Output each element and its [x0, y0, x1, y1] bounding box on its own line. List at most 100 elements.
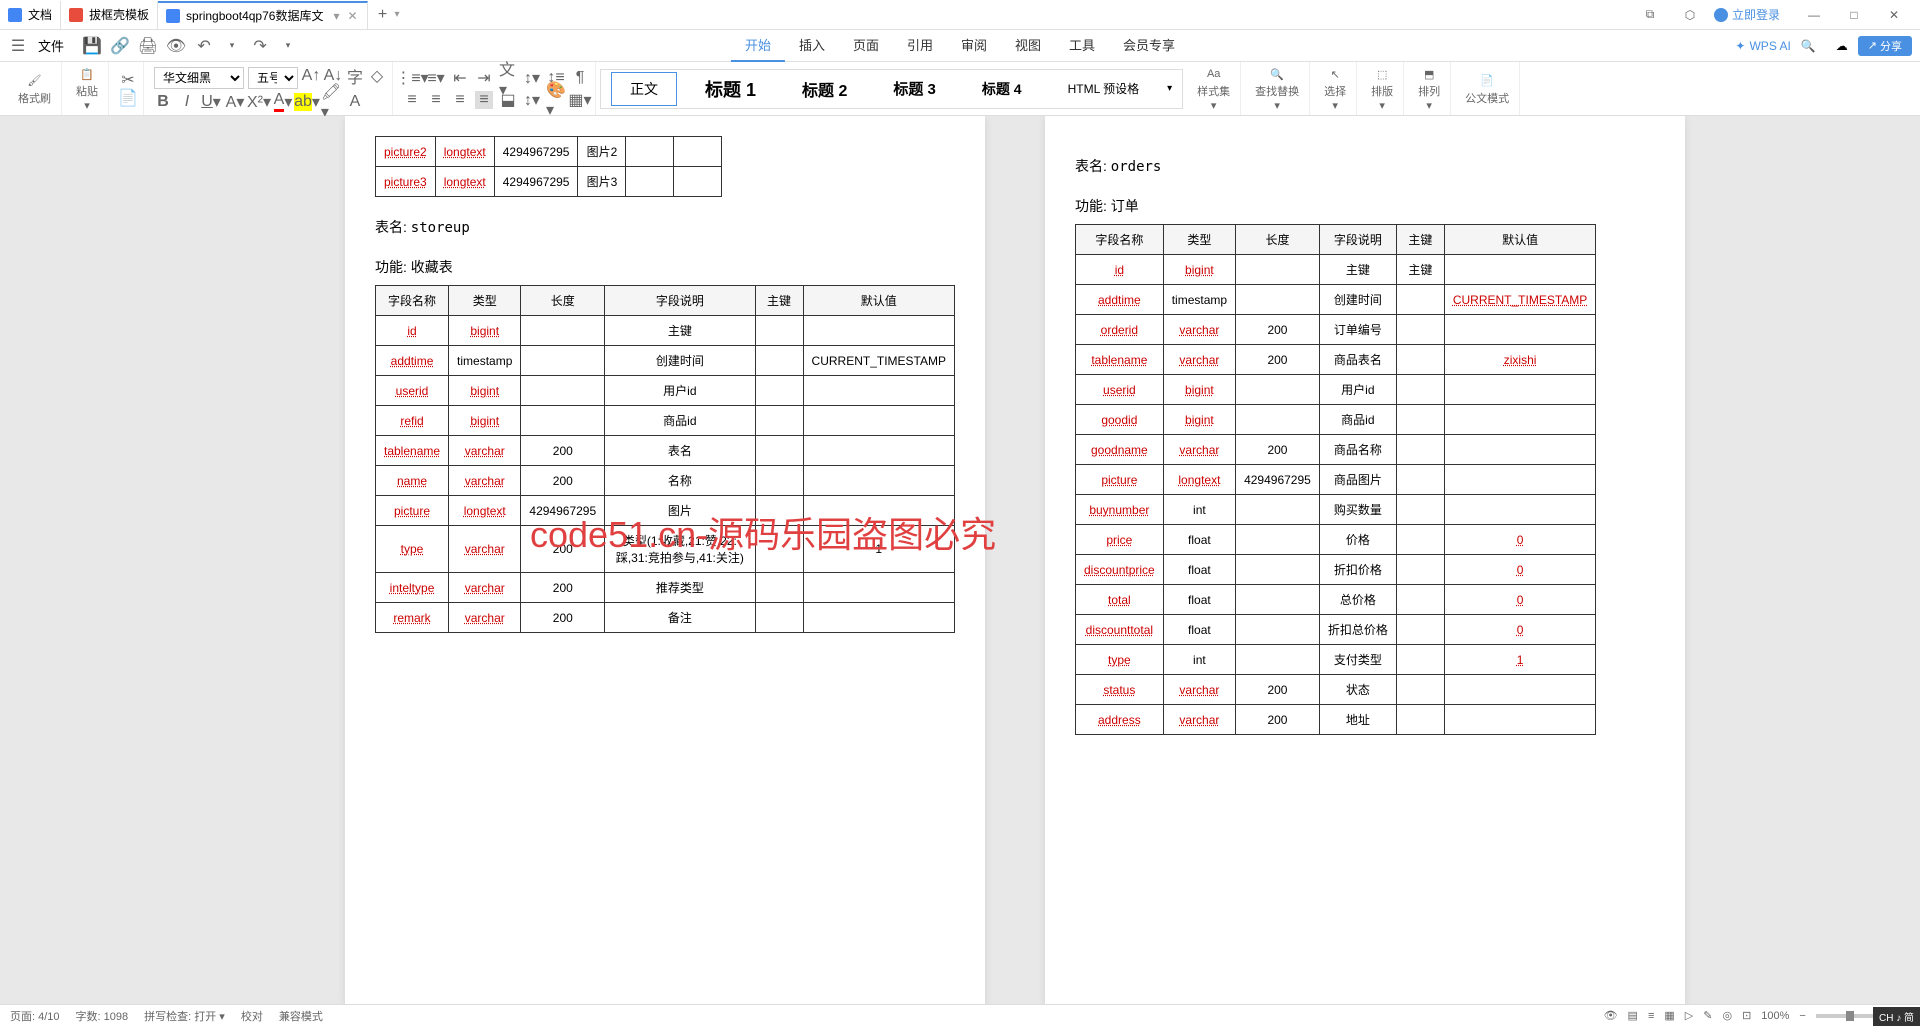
table-row[interactable]: picturelongtext4294967295图片: [376, 496, 955, 526]
table-cell[interactable]: 4294967295: [494, 167, 578, 197]
table-cell[interactable]: CURRENT_TIMESTAMP: [1444, 285, 1595, 315]
table-cell[interactable]: 总价格: [1319, 585, 1396, 615]
table-row[interactable]: idbigint主键主键: [1076, 255, 1596, 285]
table-cell[interactable]: varchar: [449, 526, 521, 573]
table-cell[interactable]: [1236, 285, 1320, 315]
table-row[interactable]: pricefloat价格0: [1076, 525, 1596, 555]
table-cell[interactable]: [674, 137, 722, 167]
table-cell[interactable]: [1396, 615, 1444, 645]
file-menu[interactable]: 文件: [28, 36, 74, 55]
table-row[interactable]: addtimetimestamp创建时间CURRENT_TIMESTAMP: [1076, 285, 1596, 315]
table-row[interactable]: discounttotalfloat折扣总价格0: [1076, 615, 1596, 645]
table-cell[interactable]: [626, 167, 674, 197]
highlight-icon[interactable]: ab▾: [298, 93, 316, 111]
table-cell[interactable]: 1: [1444, 645, 1595, 675]
table-cell[interactable]: [1396, 375, 1444, 405]
table-cell[interactable]: [755, 526, 803, 573]
zoom-level[interactable]: 100%: [1761, 1010, 1789, 1022]
zoom-out-icon[interactable]: −: [1799, 1010, 1805, 1022]
table-cell[interactable]: 200: [521, 573, 605, 603]
spell-check[interactable]: 拼写检查: 打开 ▾: [144, 1008, 225, 1024]
table-cell[interactable]: [626, 137, 674, 167]
table-row[interactable]: goodnamevarchar200商品名称: [1076, 435, 1596, 465]
table-cell[interactable]: varchar: [449, 466, 521, 496]
tab-member[interactable]: 会员专享: [1109, 29, 1189, 62]
table-cell[interactable]: goodname: [1076, 435, 1164, 465]
table-partial[interactable]: picture2longtext4294967295图片2picture3lon…: [375, 136, 722, 197]
tab-reference[interactable]: 引用: [893, 29, 947, 62]
preview-icon[interactable]: 👁: [166, 36, 186, 56]
table-cell[interactable]: picture: [376, 496, 449, 526]
bold-icon[interactable]: B: [154, 93, 172, 111]
table-row[interactable]: statusvarchar200状态: [1076, 675, 1596, 705]
table-cell[interactable]: 主键: [1319, 255, 1396, 285]
tab-start[interactable]: 开始: [731, 29, 785, 62]
table-cell[interactable]: [803, 603, 954, 633]
table-cell[interactable]: 备注: [605, 603, 755, 633]
print-icon[interactable]: 🖨: [138, 36, 158, 56]
table-cell[interactable]: 用户id: [1319, 375, 1396, 405]
play-icon[interactable]: ▷: [1685, 1009, 1693, 1022]
table-cell[interactable]: 类型(1:收藏,21:赞,22:踩,31:竞拍参与,41:关注): [605, 526, 755, 573]
table-cell[interactable]: [674, 167, 722, 197]
table-cell[interactable]: [1444, 405, 1595, 435]
align-left-icon[interactable]: ≡: [403, 91, 421, 109]
language-indicator[interactable]: CH ♪ 简: [1873, 1007, 1920, 1026]
table-cell[interactable]: 0: [1444, 615, 1595, 645]
search-icon[interactable]: 🔍: [1801, 39, 1816, 53]
table-cell[interactable]: [803, 573, 954, 603]
table-row[interactable]: namevarchar200名称: [376, 466, 955, 496]
style-html[interactable]: HTML 预设格: [1050, 74, 1158, 103]
official-mode-button[interactable]: 📄公文模式: [1461, 70, 1513, 108]
grow-font-icon[interactable]: A↑: [302, 67, 320, 85]
font-size-select[interactable]: 五号: [248, 67, 298, 89]
table-row[interactable]: inteltypevarchar200推荐类型: [376, 573, 955, 603]
table-cell[interactable]: int: [1163, 645, 1235, 675]
table-cell[interactable]: [1236, 555, 1320, 585]
table-cell[interactable]: 图片2: [578, 137, 626, 167]
table-cell[interactable]: [1236, 495, 1320, 525]
word-count[interactable]: 字数: 1098: [76, 1008, 129, 1024]
table-cell[interactable]: 创建时间: [605, 346, 755, 376]
minimize-button[interactable]: —: [1798, 1, 1830, 29]
table-cell[interactable]: [803, 316, 954, 346]
table-cell[interactable]: 200: [521, 603, 605, 633]
table-row[interactable]: useridbigint用户id: [376, 376, 955, 406]
numbering-icon[interactable]: ≡▾: [427, 69, 445, 87]
table-cell[interactable]: bigint: [1163, 405, 1235, 435]
table-cell[interactable]: 地址: [1319, 705, 1396, 735]
show-marks-icon[interactable]: ¶: [571, 69, 589, 87]
tab-page[interactable]: 页面: [839, 29, 893, 62]
table-cell[interactable]: longtext: [449, 496, 521, 526]
table-cell[interactable]: longtext: [435, 137, 494, 167]
page-left[interactable]: picture2longtext4294967295图片2picture3lon…: [345, 116, 985, 1004]
table-cell[interactable]: 商品名称: [1319, 435, 1396, 465]
table-row[interactable]: buynumberint购买数量: [1076, 495, 1596, 525]
table-cell[interactable]: [1236, 585, 1320, 615]
table-cell[interactable]: [521, 406, 605, 436]
table-cell[interactable]: [521, 376, 605, 406]
table-row[interactable]: totalfloat总价格0: [1076, 585, 1596, 615]
save-icon[interactable]: 💾: [82, 36, 102, 56]
table-cell[interactable]: [1396, 405, 1444, 435]
table-cell[interactable]: varchar: [449, 436, 521, 466]
table-cell[interactable]: float: [1163, 525, 1235, 555]
table-cell[interactable]: [755, 316, 803, 346]
table-cell[interactable]: name: [376, 466, 449, 496]
table-row[interactable]: useridbigint用户id: [1076, 375, 1596, 405]
table-cell[interactable]: 图片3: [578, 167, 626, 197]
login-button[interactable]: 立即登录: [1714, 6, 1780, 23]
hamburger-icon[interactable]: ☰: [8, 36, 28, 56]
undo-menu[interactable]: ▾: [222, 36, 242, 56]
table-cell[interactable]: 主键: [1396, 255, 1444, 285]
table-cell[interactable]: [1396, 465, 1444, 495]
table-cell[interactable]: 折扣价格: [1319, 555, 1396, 585]
table-cell[interactable]: 1: [803, 526, 954, 573]
wps-ai-button[interactable]: ✦ WPS AI: [1735, 39, 1790, 53]
table-cell[interactable]: float: [1163, 615, 1235, 645]
table-cell[interactable]: 200: [1236, 705, 1320, 735]
table-cell[interactable]: 商品表名: [1319, 345, 1396, 375]
table-cell[interactable]: varchar: [449, 573, 521, 603]
tab-review[interactable]: 审阅: [947, 29, 1001, 62]
table-cell[interactable]: 表名: [605, 436, 755, 466]
